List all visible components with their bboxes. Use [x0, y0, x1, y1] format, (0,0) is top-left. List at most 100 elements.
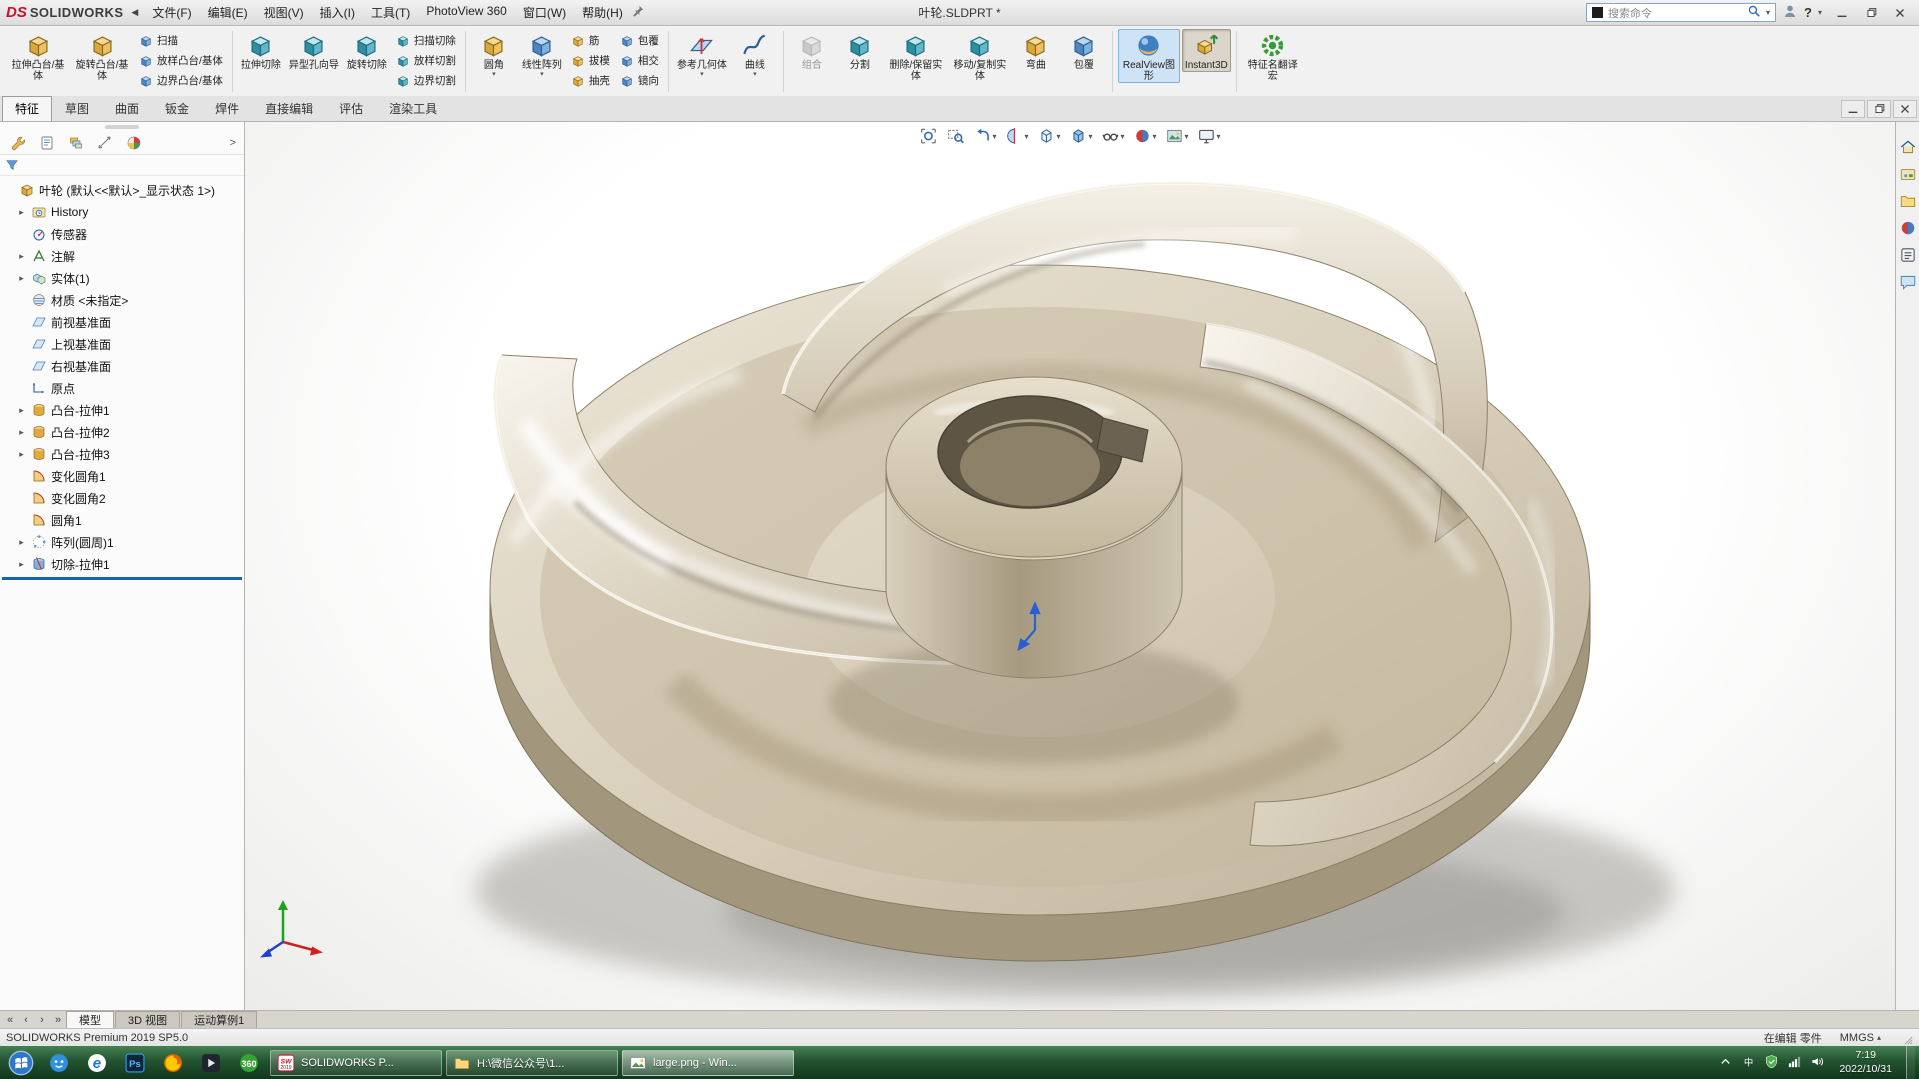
tab-0[interactable]: 特征 — [2, 96, 53, 121]
tree-filter-row[interactable] — [0, 155, 244, 176]
funnel-icon[interactable] — [5, 158, 19, 172]
ribbon-button-g4-1[interactable]: 分割 — [837, 29, 883, 72]
menu-item-1[interactable]: 编辑(E) — [200, 2, 256, 23]
ribbon-button-g3-0[interactable]: 参考几何体 ▾ — [674, 29, 730, 79]
task-pane-resources-button[interactable] — [1899, 138, 1917, 156]
ribbon-button-g2-3-1[interactable]: 相交 — [616, 51, 663, 70]
tree-item-4[interactable]: 材质 <未指定> — [0, 289, 244, 311]
window-restore-button[interactable] — [1857, 3, 1884, 23]
taskbar-clock[interactable]: 7:19 2022/10/31 — [1833, 1049, 1898, 1075]
panel-grip[interactable] — [0, 122, 244, 131]
tree-item-5[interactable]: 前视基准面 — [0, 311, 244, 333]
bottom-tab-1[interactable]: 3D 视图 — [115, 1011, 181, 1028]
ribbon-button-g1-1[interactable]: 异型孔向导 — [286, 29, 342, 72]
hide-show-items-button[interactable]: ▾ — [1099, 125, 1128, 147]
ribbon-button-g2-3-2[interactable]: 镜向 — [616, 71, 663, 90]
taskbar-dark-app-button[interactable] — [192, 1048, 230, 1078]
tab-featuremanager[interactable] — [8, 133, 27, 152]
menu-collapse-arrow-icon[interactable]: ◀ — [131, 7, 138, 18]
display-style-button[interactable]: ▾ — [1066, 125, 1095, 147]
zoom-area-button[interactable] — [943, 125, 967, 147]
doc-minimize-button[interactable] — [1841, 100, 1865, 118]
tree-item-15[interactable]: ▸ 阵列(圆周)1 — [0, 531, 244, 553]
ribbon-button-g4-4[interactable]: 弯曲 — [1013, 29, 1059, 72]
pin-icon[interactable] — [631, 4, 645, 18]
tree-item-13[interactable]: 变化圆角2 — [0, 487, 244, 509]
task-pane-design-library-button[interactable] — [1899, 165, 1917, 183]
ribbon-button-g5-1[interactable]: Instant3D — [1181, 29, 1231, 72]
taskbar-window-2[interactable]: large.png - Win... — [622, 1049, 794, 1076]
rollback-bar[interactable] — [2, 577, 242, 580]
tree-item-3[interactable]: ▸ 实体(1) — [0, 267, 244, 289]
tree-item-9[interactable]: ▸ 凸台-拉伸1 — [0, 399, 244, 421]
task-pane-forum-button[interactable] — [1899, 273, 1917, 291]
menu-item-3[interactable]: 插入(I) — [312, 2, 363, 23]
magnifier-icon[interactable] — [1747, 4, 1761, 18]
task-pane-appearances-button[interactable] — [1899, 219, 1917, 237]
window-minimize-button[interactable] — [1828, 3, 1855, 23]
tree-item-2[interactable]: ▸ 注解 — [0, 245, 244, 267]
ribbon-button-g2-2-2[interactable]: 抽壳 — [567, 71, 614, 90]
tab-scroll-next-button[interactable]: › — [34, 1012, 50, 1028]
doc-restore-button[interactable] — [1867, 100, 1891, 118]
tree-item-6[interactable]: 上视基准面 — [0, 333, 244, 355]
tab-scroll-prev-button[interactable]: ‹ — [18, 1012, 34, 1028]
ribbon-button-g2-0[interactable]: 圆角 ▾ — [471, 29, 517, 79]
ribbon-button-g4-3[interactable]: 移动/复制实体 — [949, 29, 1011, 83]
tray-shield-icon[interactable] — [1764, 1054, 1779, 1072]
tab-2[interactable]: 曲面 — [102, 96, 152, 121]
tab-propertymanager[interactable] — [37, 133, 56, 152]
tree-root[interactable]: 叶轮 (默认<<默认>_显示状态 1>) — [0, 179, 244, 201]
taskbar-start-button[interactable] — [2, 1048, 40, 1078]
tab-configurationmanager[interactable] — [66, 133, 85, 152]
ribbon-button-g1-3-0[interactable]: 扫描切除 — [392, 31, 460, 50]
ribbon-button-g2-1[interactable]: 线性阵列 ▾ — [519, 29, 565, 79]
tab-scroll-last-button[interactable]: » — [50, 1012, 66, 1028]
section-view-button[interactable]: ▾ — [1002, 125, 1031, 147]
ribbon-button-g0-2-2[interactable]: 边界凸台/基体 — [135, 71, 227, 90]
taskbar-app-360-button[interactable]: 360 — [230, 1048, 268, 1078]
tab-4[interactable]: 焊件 — [202, 96, 252, 121]
bottom-tab-2[interactable]: 运动算例1 — [181, 1011, 258, 1028]
task-pane-file-explorer-button[interactable] — [1899, 192, 1917, 210]
units-selector[interactable]: MMGS ▴ — [1840, 1032, 1881, 1044]
taskbar-firefox-button[interactable] — [154, 1048, 192, 1078]
tab-displaymanager[interactable] — [124, 133, 143, 152]
ribbon-button-g0-1[interactable]: 旋转凸台/基体 — [71, 29, 133, 83]
tab-7[interactable]: 渲染工具 — [376, 96, 450, 121]
taskbar-photoshop-button[interactable]: Ps — [116, 1048, 154, 1078]
tab-3[interactable]: 钣金 — [152, 96, 202, 121]
person-icon[interactable] — [1782, 3, 1798, 19]
search-caret-icon[interactable]: ▾ — [1766, 8, 1770, 17]
ribbon-button-g3-1[interactable]: 曲线 ▾ — [732, 29, 778, 79]
ribbon-button-g0-0[interactable]: 拉伸凸台/基体 — [7, 29, 69, 83]
help-icon[interactable]: ? — [1804, 5, 1812, 20]
menu-item-2[interactable]: 视图(V) — [256, 2, 312, 23]
window-close-button[interactable] — [1886, 3, 1913, 23]
ribbon-button-g2-3-0[interactable]: 包覆 — [616, 31, 663, 50]
menu-item-0[interactable]: 文件(F) — [144, 2, 199, 23]
menu-pin-icon[interactable] — [631, 4, 645, 21]
ribbon-button-g2-2-0[interactable]: 筋 — [567, 31, 614, 50]
impeller-3d-model[interactable] — [245, 122, 1895, 1010]
search-command-input[interactable]: 搜索命令 ▾ — [1586, 3, 1777, 22]
task-pane-custom-properties-button[interactable] — [1899, 246, 1917, 264]
ribbon-button-g0-2-1[interactable]: 放样凸台/基体 — [135, 51, 227, 70]
taskbar-blue-app-button[interactable] — [40, 1048, 78, 1078]
tray-network-icon[interactable] — [1787, 1054, 1802, 1072]
tray-ime-icon[interactable]: 中 — [1741, 1054, 1756, 1072]
tree-item-0[interactable]: ▸ History — [0, 201, 244, 223]
tab-6[interactable]: 评估 — [326, 96, 376, 121]
ribbon-button-g5-0[interactable]: RealView图形 — [1117, 29, 1180, 83]
zoom-fit-button[interactable] — [916, 125, 940, 147]
ribbon-button-g1-2[interactable]: 旋转切除 — [344, 29, 390, 72]
doc-close-button[interactable] — [1893, 100, 1917, 118]
tree-item-14[interactable]: 圆角1 — [0, 509, 244, 531]
taskbar-window-0[interactable]: SW 2019 SOLIDWORKS P... — [270, 1049, 442, 1076]
tree-item-12[interactable]: 变化圆角1 — [0, 465, 244, 487]
previous-view-button[interactable]: ▾ — [970, 125, 999, 147]
show-desktop-button[interactable] — [1906, 1046, 1915, 1079]
view-settings-button[interactable]: ▾ — [1195, 125, 1224, 147]
view-orientation-button[interactable]: ▾ — [1034, 125, 1063, 147]
taskbar-window-1[interactable]: H:\微信公众号\1... — [446, 1049, 618, 1076]
